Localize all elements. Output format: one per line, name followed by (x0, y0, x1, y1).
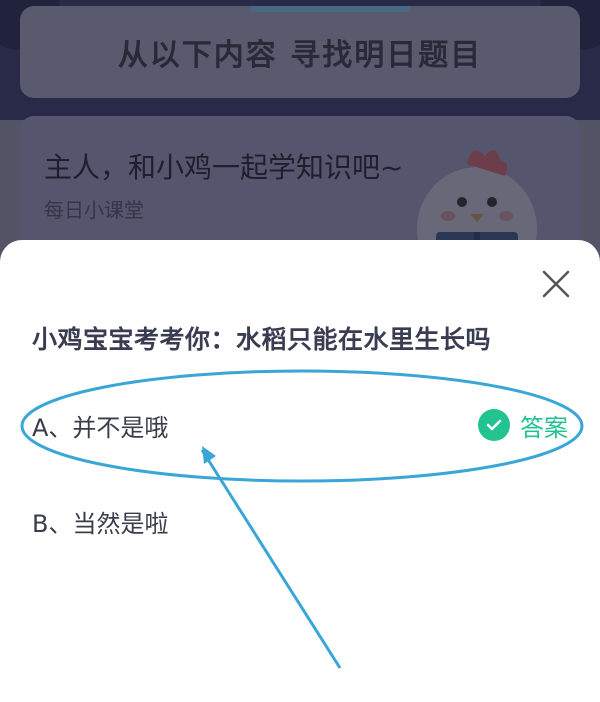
option-label: B、当然是啦 (32, 510, 169, 538)
close-button[interactable] (536, 264, 576, 304)
option-label: A、并不是哦 (32, 414, 169, 442)
answer-label: 答案 (520, 413, 568, 442)
close-icon (542, 270, 570, 298)
quiz-question: 小鸡宝宝考考你：水稻只能在水里生长吗 (32, 325, 492, 354)
check-icon (478, 409, 510, 441)
option-a[interactable]: A、并不是哦 答案 (32, 400, 572, 450)
quiz-modal: 小鸡宝宝考考你：水稻只能在水里生长吗 A、并不是哦 答案 B、当然是啦 (0, 240, 600, 702)
option-b[interactable]: B、当然是啦 (32, 496, 572, 546)
answer-badge: 答案 (478, 408, 568, 442)
